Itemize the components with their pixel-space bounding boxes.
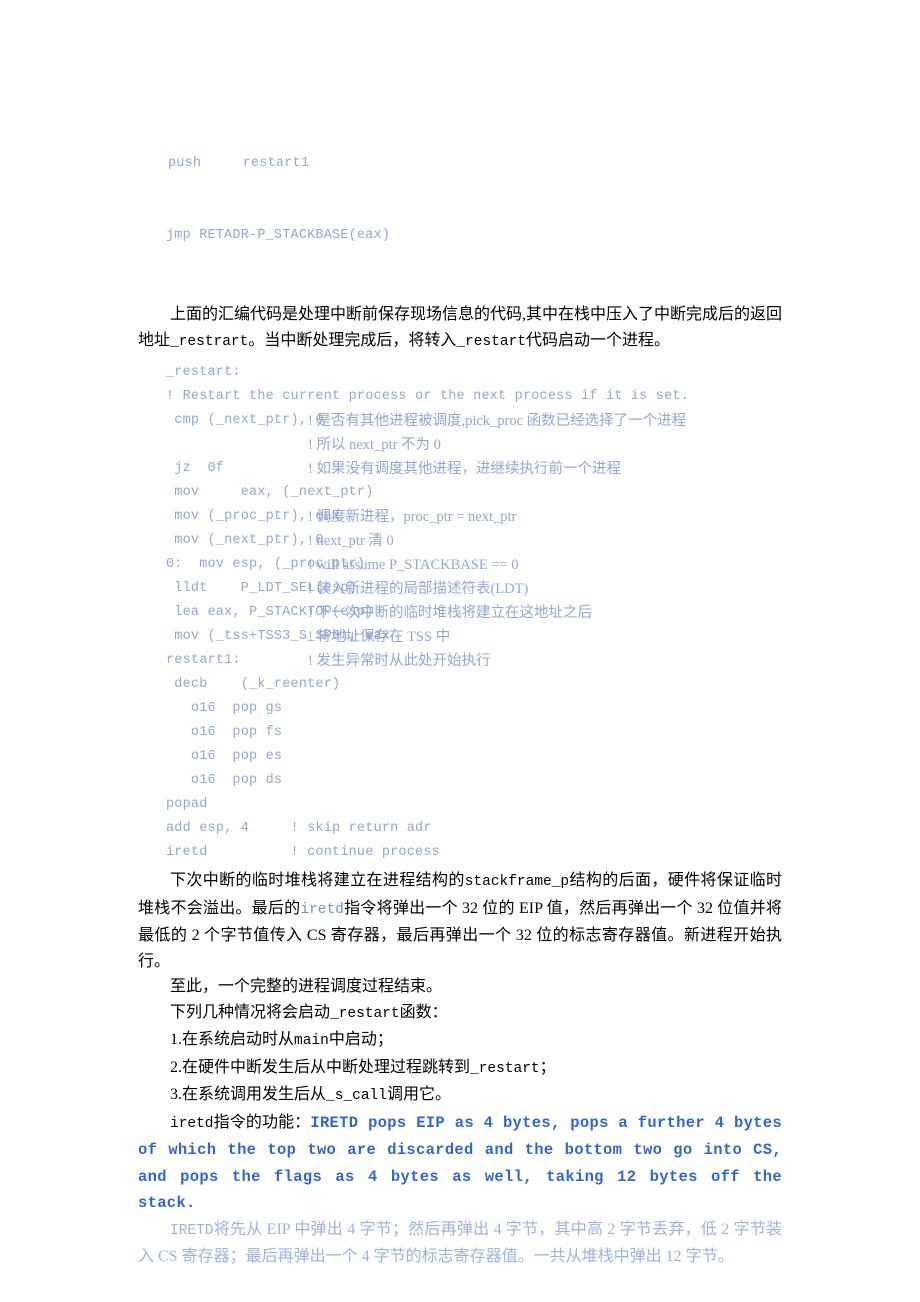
para-text: 指令的功能： xyxy=(213,1113,311,1131)
code-text: restart1: xyxy=(166,653,241,668)
code-block-restart: _restart: ! Restart the current process o… xyxy=(138,361,782,865)
code-line: iretd ! continue process xyxy=(138,841,782,865)
code-comment: ! 装入新进程的局部描述符表(LDT) xyxy=(308,581,529,597)
code-comment: ! 发生异常时从此处开始执行 xyxy=(308,653,491,669)
code-line: jz 0f ! 如果没有调度其他进程，进继续执行前一个进程 xyxy=(138,457,782,481)
code-text: _restart: xyxy=(166,365,241,380)
list-item-number: 3. xyxy=(170,1086,182,1103)
code-text: mov (_next_ptr), 0 xyxy=(166,533,324,548)
code-text: decb (_k_reenter) xyxy=(166,677,341,692)
code-text: jz 0f xyxy=(166,461,225,476)
list-item: 3.在系统调用发生后从_s_call调用它。 xyxy=(138,1082,782,1110)
code-line: restart1: ! 发生异常时从此处开始执行 xyxy=(138,649,782,673)
numbered-list: 1.在系统启动时从main中启动； 2.在硬件中断发生后从中断处理过程跳转到_re… xyxy=(138,1027,782,1110)
paragraph-conclusion: 至此，一个完整的进程调度过程结束。 xyxy=(170,978,443,995)
code-line: add esp, 4 ! skip return adr xyxy=(138,817,782,841)
code-text: add esp, 4 ! skip return adr xyxy=(166,821,432,836)
code-comment: ! 所以 next_ptr 不为 0 xyxy=(308,437,441,453)
list-item-text: 在系统调用发生后从 xyxy=(182,1086,327,1103)
code-text: o16 pop es xyxy=(166,749,283,764)
para-text: 函数： xyxy=(399,1003,448,1021)
code-text: iretd ! continue process xyxy=(166,845,440,860)
list-item-text: 中启动； xyxy=(328,1031,393,1048)
list-item-text: 在硬件中断发生后从中断处理过程跳转到 xyxy=(182,1058,471,1076)
inline-code: _restrart xyxy=(170,333,249,350)
code-line: cmp (_next_ptr), 0! 是否有其他进程被调度,pick_proc… xyxy=(138,409,782,433)
paragraph-iretd-chinese: IRETD将先从 EIP 中弹出 4 字节；然后再弹出 4 字节，其中高 2 字… xyxy=(138,1217,782,1270)
inline-code: stackframe_p xyxy=(464,874,570,890)
code-line: mov (_proc_ptr), eax! 调度新进程，proc_ptr = n… xyxy=(138,505,782,529)
code-text: ! Restart the current process or the nex… xyxy=(166,389,689,404)
paragraph-intro: 上面的汇编代码是处理中断前保存现场信息的代码,其中在栈中压入了中断完成后的返回地… xyxy=(138,302,782,355)
inline-code-iretd: iretd xyxy=(300,901,344,918)
code-comment: ! 是否有其他进程被调度,pick_proc 函数已经选择了一个进程 xyxy=(308,413,687,429)
code-comment: ! will assume P_STACKBASE == 0 xyxy=(308,557,519,573)
document-page: push restart1 jmp RETADR-P_STACKBASE(eax… xyxy=(0,0,920,1302)
code-text: popad xyxy=(166,797,208,812)
code-line: popad xyxy=(138,793,782,817)
code-text: o16 pop gs xyxy=(166,701,283,716)
code-comment: ! 将地址保存在 TSS 中 xyxy=(308,629,451,645)
paragraph-iretd-english: iretd指令的功能：IRETD pops EIP as 4 bytes, po… xyxy=(138,1110,782,1217)
para-text: 下次中断的临时堆栈将建立在进程结构的 xyxy=(170,872,465,889)
inline-code: main xyxy=(294,1033,329,1049)
code-line: o16 pop ds xyxy=(138,769,782,793)
code-comment: ! 如果没有调度其他进程，进继续执行前一个进程 xyxy=(308,461,621,477)
list-item-number: 1. xyxy=(170,1031,182,1048)
code-line: jmp RETADR-P_STACKBASE(eax) xyxy=(166,228,391,243)
inline-code: IRETD xyxy=(170,1222,214,1239)
code-line: lea eax, P_STACKTOP(esp)! 下一次中断的临时堆栈将建立在… xyxy=(138,601,782,625)
inline-code: _restart xyxy=(330,1005,400,1022)
paragraph-restart-cases: 下列几种情况将会启动_restart函数： xyxy=(138,1000,782,1028)
code-line: ! Restart the current process or the nex… xyxy=(138,385,782,409)
list-item: 2.在硬件中断发生后从中断处理过程跳转到_restart； xyxy=(138,1055,782,1083)
code-line: o16 pop gs xyxy=(138,697,782,721)
code-comment: ! 调度新进程，proc_ptr = next_ptr xyxy=(308,509,517,525)
list-item: 1.在系统启动时从main中启动； xyxy=(138,1027,782,1055)
code-block-top: push restart1 jmp RETADR-P_STACKBASE(eax… xyxy=(138,104,782,296)
inline-code: iretd xyxy=(170,1115,214,1132)
code-line: mov eax, (_next_ptr) xyxy=(138,481,782,505)
code-line: mov (_next_ptr), 0! next_ptr 清 0 xyxy=(138,529,782,553)
code-text: o16 pop ds xyxy=(166,773,283,788)
code-line: 0: mov esp, (_proc_ptr)! will assume P_S… xyxy=(138,553,782,577)
para-text: 将先从 EIP 中弹出 4 字节；然后再弹出 4 字节，其中高 2 字节丢弃，低… xyxy=(138,1220,782,1266)
code-text: o16 pop fs xyxy=(166,725,283,740)
code-line: decb (_k_reenter) xyxy=(138,673,782,697)
paragraph-stackframe: 下次中断的临时堆栈将建立在进程结构的stackframe_p结构的后面，硬件将保… xyxy=(138,868,782,974)
code-comment: ! 下一次中断的临时堆栈将建立在这地址之后 xyxy=(308,605,592,621)
list-item-number: 2. xyxy=(170,1058,182,1076)
code-line: ! 所以 next_ptr 不为 0 xyxy=(138,433,782,457)
code-line: o16 pop fs xyxy=(138,721,782,745)
document-content: push restart1 jmp RETADR-P_STACKBASE(eax… xyxy=(138,104,782,1270)
list-item-text: 在系统启动时从 xyxy=(182,1031,295,1048)
list-item-text: 调用它。 xyxy=(386,1086,451,1103)
code-line: push restart1 xyxy=(168,156,310,171)
inline-code: _restart xyxy=(456,333,526,350)
code-comment: ! next_ptr 清 0 xyxy=(308,533,394,549)
para-text: 下列几种情况将会启动 xyxy=(170,1003,331,1021)
para-text: 。当中断处理完成后，将转入 xyxy=(248,331,457,349)
code-line: lldt P_LDT_SEL(esp)! 装入新进程的局部描述符表(LDT) xyxy=(138,577,782,601)
code-line: o16 pop es xyxy=(138,745,782,769)
code-line: mov (_tss+TSS3_S_SP0), eax! 将地址保存在 TSS 中 xyxy=(138,625,782,649)
inline-code: _s_call xyxy=(326,1088,387,1104)
list-item-text: ； xyxy=(539,1058,556,1076)
para-text: 代码启动一个进程。 xyxy=(525,331,670,349)
code-line: _restart: xyxy=(138,361,782,385)
code-text: cmp (_next_ptr), 0 xyxy=(166,413,324,428)
code-text: mov eax, (_next_ptr) xyxy=(166,485,374,500)
inline-code: _restart xyxy=(470,1060,540,1077)
